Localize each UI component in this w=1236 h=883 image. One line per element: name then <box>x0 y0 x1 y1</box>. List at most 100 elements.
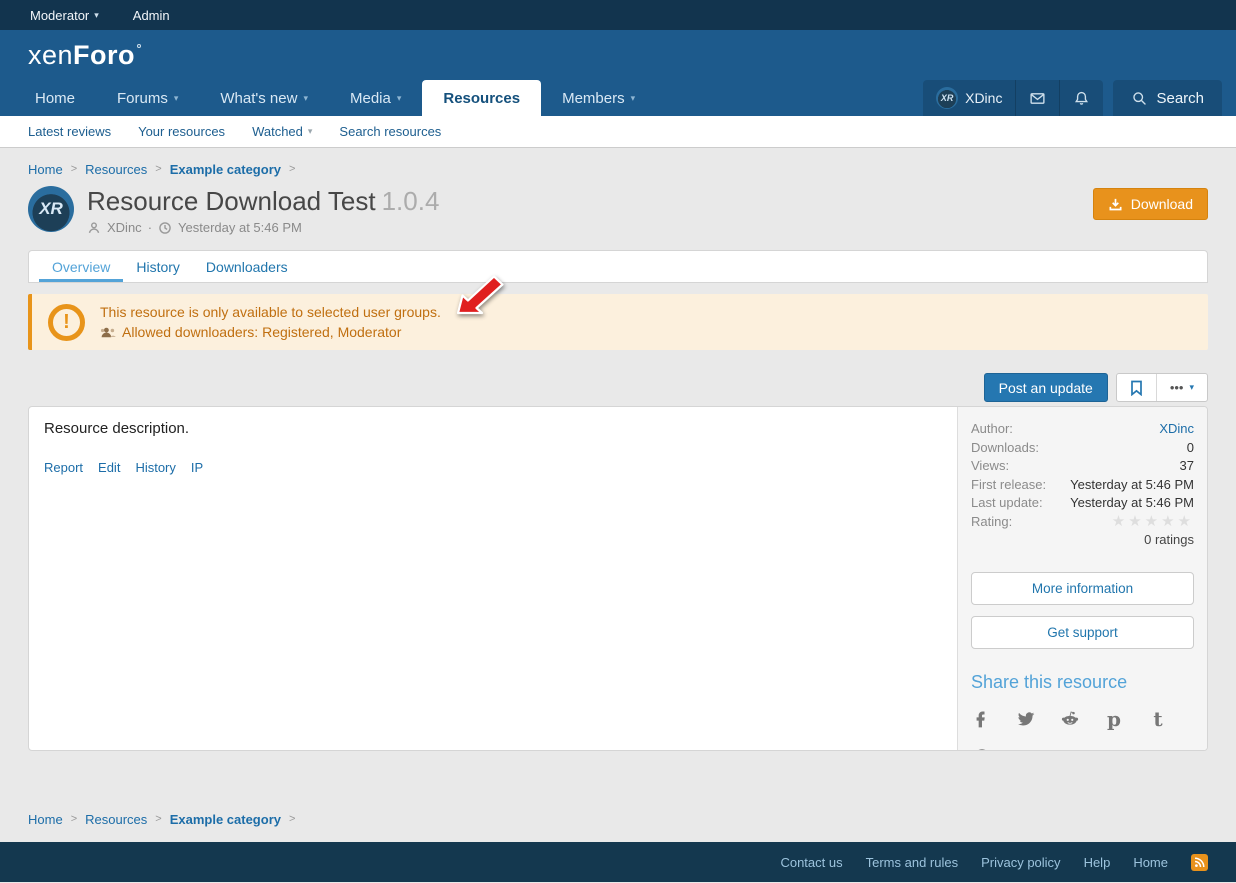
admin-link[interactable]: Admin <box>133 8 170 23</box>
breadcrumb-home[interactable]: Home <box>28 812 63 827</box>
nav-label: Home <box>35 90 75 107</box>
contact-us-link[interactable]: Contact us <box>780 855 842 870</box>
breadcrumb-resources[interactable]: Resources <box>85 162 147 177</box>
breadcrumb-separator: > <box>155 163 161 175</box>
nav-label: Resources <box>443 90 520 107</box>
stat-label: Author: <box>971 420 1013 439</box>
help-link[interactable]: Help <box>1084 855 1111 870</box>
search-label: Search <box>1156 90 1204 107</box>
xenforo-logo[interactable]: xenForo <box>28 40 141 71</box>
whatsapp-icon <box>972 747 992 751</box>
edit-link[interactable]: Edit <box>98 460 120 475</box>
nav-tab-forums[interactable]: Forums▾ <box>96 80 199 116</box>
reddit-share-button[interactable] <box>1059 708 1081 730</box>
home-link[interactable]: Home <box>1133 855 1168 870</box>
notice-line2: Allowed downloaders: Registered, Moderat… <box>100 322 441 342</box>
bookmark-button[interactable] <box>1117 374 1156 401</box>
resource-version: 1.0.4 <box>382 186 440 216</box>
stat-label: Views: <box>971 457 1009 476</box>
privacy-link[interactable]: Privacy policy <box>981 855 1060 870</box>
rss-icon <box>1194 857 1205 868</box>
facebook-share-button[interactable] <box>971 708 993 730</box>
breadcrumb-example-category[interactable]: Example category <box>170 162 281 177</box>
resource-header: XR Resource Download Test1.0.4 XDinc · Y… <box>28 186 1208 242</box>
subnav-your-resources[interactable]: Your resources <box>138 124 225 139</box>
description-panel: Resource description. Report Edit Histor… <box>29 407 957 750</box>
stat-label: Downloads: <box>971 439 1039 458</box>
terms-link[interactable]: Terms and rules <box>866 855 958 870</box>
breadcrumb-separator: > <box>155 813 161 825</box>
resource-content: Resource description. Report Edit Histor… <box>28 406 1208 751</box>
ratings-count: 0 ratings <box>971 532 1194 547</box>
account-group: XR XDinc <box>923 80 1103 116</box>
copy-link-share-button[interactable] <box>1059 746 1081 751</box>
resource-title: Resource Download Test <box>87 186 376 216</box>
post-links: Report Edit History IP <box>44 460 942 475</box>
stat-rating: Rating:★★★★★ <box>971 513 1194 532</box>
stat-first-release: First release: Yesterday at 5:46 PM <box>971 476 1194 495</box>
download-button[interactable]: Download <box>1093 188 1208 220</box>
report-link[interactable]: Report <box>44 460 83 475</box>
tab-downloaders[interactable]: Downloaders <box>193 251 301 282</box>
nav-tab-whats-new[interactable]: What's new▾ <box>199 80 329 116</box>
whatsapp-share-button[interactable] <box>971 746 993 751</box>
nav-tab-resources[interactable]: Resources <box>422 80 541 116</box>
bell-icon <box>1073 90 1090 107</box>
tab-history[interactable]: History <box>123 251 193 282</box>
secondary-actions: ••• ▾ <box>1116 373 1208 402</box>
resource-date[interactable]: Yesterday at 5:46 PM <box>178 220 302 235</box>
pinterest-share-button[interactable]: p <box>1103 708 1125 730</box>
tab-overview[interactable]: Overview <box>39 251 123 282</box>
breadcrumb-separator: > <box>289 163 295 175</box>
subnav-latest-reviews[interactable]: Latest reviews <box>28 124 111 139</box>
resource-description: Resource description. <box>44 420 942 437</box>
admin-toolbar: Moderator▾ Admin <box>0 0 1236 30</box>
get-support-button[interactable]: Get support <box>971 616 1194 649</box>
page-title: Resource Download Test1.0.4 <box>87 186 439 216</box>
breadcrumb-example-category[interactable]: Example category <box>170 812 281 827</box>
resources-subnav: Latest reviews Your resources Watched▾ S… <box>0 116 1236 148</box>
more-information-button[interactable]: More information <box>971 572 1194 605</box>
alerts-button[interactable] <box>1059 80 1103 116</box>
breadcrumb-home[interactable]: Home <box>28 162 63 177</box>
site-footer: Contact us Terms and rules Privacy polic… <box>0 842 1236 882</box>
moderator-menu[interactable]: Moderator▾ <box>30 8 99 23</box>
stat-value: 37 <box>1180 457 1194 476</box>
search-button[interactable]: Search <box>1113 80 1222 116</box>
subnav-search-resources[interactable]: Search resources <box>339 124 441 139</box>
breadcrumb: Home > Resources > Example category > <box>28 160 1208 178</box>
username: XDinc <box>965 90 1002 106</box>
subnav-watched[interactable]: Watched▾ <box>252 124 312 139</box>
stat-value: 0 <box>1187 439 1194 458</box>
share-title: Share this resource <box>971 672 1194 693</box>
nav-tab-members[interactable]: Members▾ <box>541 80 656 116</box>
restriction-notice: ! This resource is only available to sel… <box>28 294 1208 350</box>
post-update-button[interactable]: Post an update <box>984 373 1108 402</box>
resource-sidebar: Author: XDinc Downloads: 0 Views: 37 First … <box>957 407 1207 750</box>
stat-author-value[interactable]: XDinc <box>1159 420 1194 439</box>
rss-button[interactable] <box>1191 854 1208 871</box>
author-link[interactable]: XDinc <box>107 220 142 235</box>
conversations-button[interactable] <box>1015 80 1059 116</box>
users-icon <box>100 326 116 339</box>
more-options-button[interactable]: ••• ▾ <box>1156 374 1207 401</box>
logo-text-xen: xen <box>28 40 73 70</box>
tumblr-share-button[interactable]: t <box>1147 708 1169 730</box>
resource-avatar[interactable]: XR <box>28 186 74 232</box>
stat-last-update: Last update:Yesterday at 5:46 PM <box>971 494 1194 513</box>
twitter-share-button[interactable] <box>1015 708 1037 730</box>
email-share-button[interactable] <box>1015 746 1037 751</box>
ip-link[interactable]: IP <box>191 460 203 475</box>
history-link[interactable]: History <box>135 460 175 475</box>
breadcrumb-resources[interactable]: Resources <box>85 812 147 827</box>
main-nav: Home Forums▾ What's new▾ Media▾ Resource… <box>0 80 1236 116</box>
clock-icon <box>158 221 172 235</box>
warning-icon: ! <box>48 304 85 341</box>
stat-label: First release: <box>971 476 1046 495</box>
nav-tab-home[interactable]: Home <box>14 80 96 116</box>
nav-tab-media[interactable]: Media▾ <box>329 80 422 116</box>
chevron-down-icon: ▾ <box>1189 383 1194 392</box>
stat-value: Yesterday at 5:46 PM <box>1070 476 1194 495</box>
account-menu[interactable]: XR XDinc <box>923 80 1015 116</box>
nav-label: What's new <box>220 90 297 107</box>
